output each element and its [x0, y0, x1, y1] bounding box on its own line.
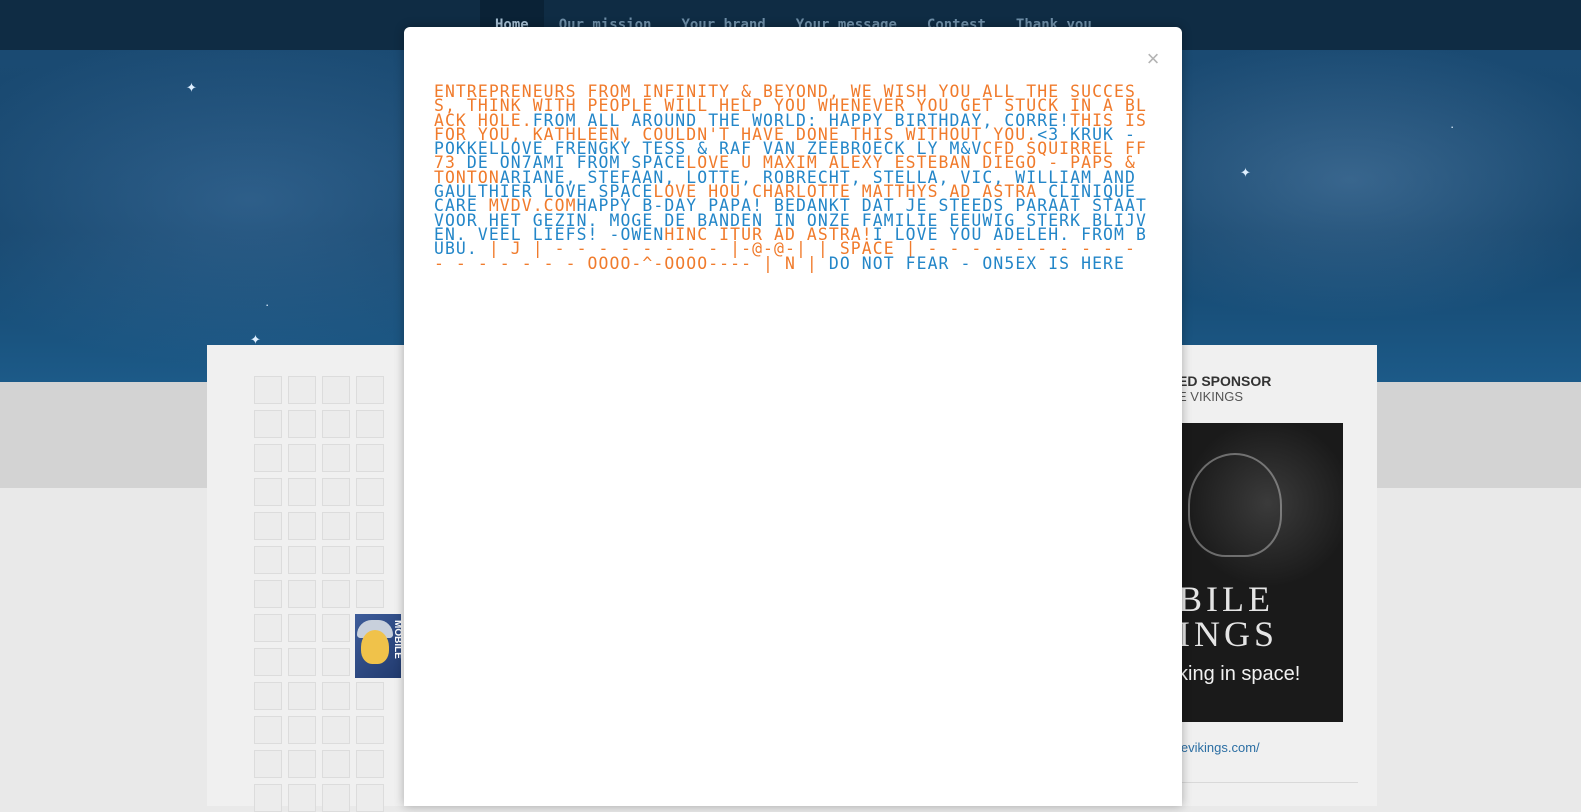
message-entry: DO NOT FEAR - ON5EX IS HERE — [817, 253, 1125, 273]
message-wall: Entrepreneurs from infinity & beyond, we… — [434, 83, 1152, 273]
close-button[interactable]: × — [1141, 47, 1165, 71]
message-modal: × Entrepreneurs from infinity & beyond, … — [404, 27, 1182, 806]
